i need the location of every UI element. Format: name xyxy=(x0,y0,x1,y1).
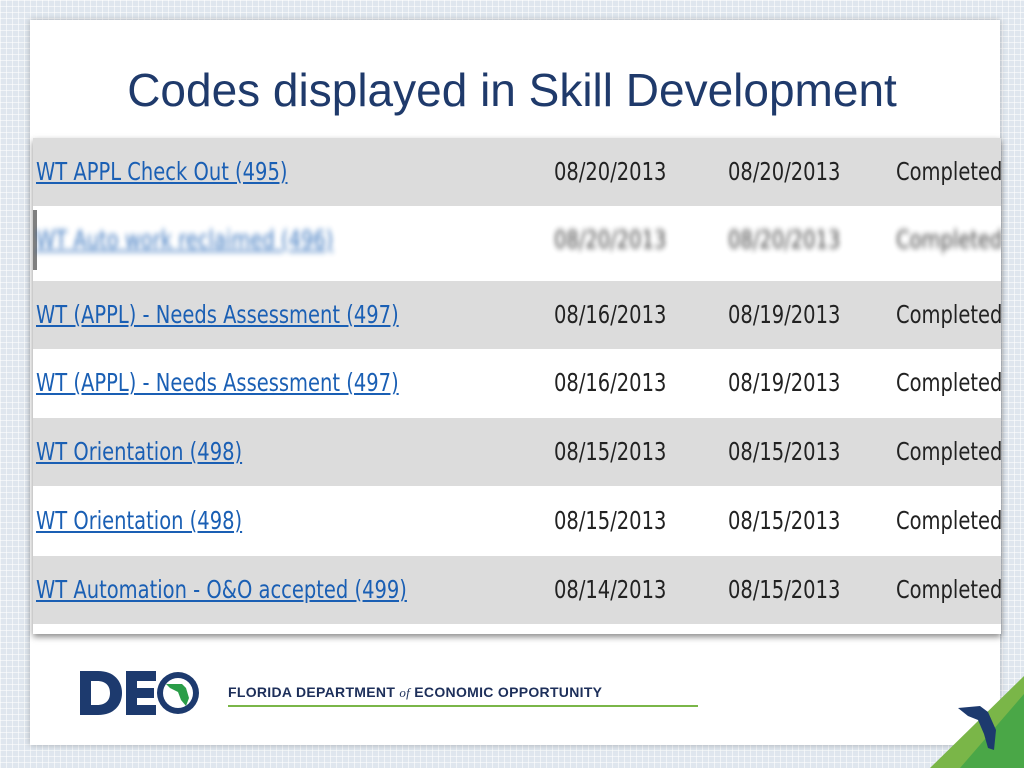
end-date: 08/15/2013 xyxy=(728,575,841,604)
activity-link[interactable]: WT Auto work reclaimed (496) xyxy=(36,206,333,274)
table-row: WT Orientation (498) 08/15/2013 08/15/20… xyxy=(33,418,1001,486)
end-date: 08/15/2013 xyxy=(728,437,841,466)
start-date: 08/16/2013 xyxy=(554,368,667,397)
slide-footer: FLORIDA DEPARTMENT of ECONOMIC OPPORTUNI… xyxy=(30,650,1000,745)
slide-title: Codes displayed in Skill Development xyxy=(127,64,897,116)
activity-link[interactable]: WT Orientation (498) xyxy=(36,418,242,486)
start-date: 08/15/2013 xyxy=(554,506,667,535)
start-date: 08/20/2013 xyxy=(554,225,667,254)
table-row: WT Automation - O&O accepted (499) 08/14… xyxy=(33,556,1001,624)
table-row-blurred: WT Auto work reclaimed (496) 08/20/2013 … xyxy=(33,206,1001,274)
activity-link[interactable]: WT (APPL) - Needs Assessment (497) xyxy=(36,281,399,349)
activity-link[interactable]: WT Automation - O&O accepted (499) xyxy=(36,556,407,624)
activity-link[interactable]: WT APPL Check Out (495) xyxy=(36,138,287,206)
status-text: Completed xyxy=(896,225,1001,254)
activity-link[interactable]: WT Orientation (498) xyxy=(36,487,242,555)
end-date: 08/15/2013 xyxy=(728,506,841,535)
status-text: Completed xyxy=(896,157,1001,186)
table-row: WT (APPL) - Needs Assessment (497) 08/16… xyxy=(33,349,1001,417)
agency-name-part1: FLORIDA DEPARTMENT xyxy=(228,684,396,700)
skill-development-table: WT APPL Check Out (495) 08/20/2013 08/20… xyxy=(33,138,1001,634)
status-text: Completed xyxy=(896,300,1001,329)
agency-name: FLORIDA DEPARTMENT of ECONOMIC OPPORTUNI… xyxy=(228,684,698,707)
status-text: Completed xyxy=(896,368,1001,397)
end-date: 08/20/2013 xyxy=(728,225,841,254)
florida-map-icon xyxy=(930,676,1024,768)
activity-link[interactable]: WT (APPL) - Needs Assessment (497) xyxy=(36,349,399,417)
end-date: 08/20/2013 xyxy=(728,157,841,186)
start-date: 08/16/2013 xyxy=(554,300,667,329)
table-row: WT Orientation (498) 08/15/2013 08/15/20… xyxy=(33,487,1001,555)
end-date: 08/19/2013 xyxy=(728,368,841,397)
start-date: 08/15/2013 xyxy=(554,437,667,466)
status-text: Completed xyxy=(896,506,1001,535)
end-date: 08/19/2013 xyxy=(728,300,841,329)
agency-name-of: of xyxy=(399,685,411,700)
table-row: WT APPL Check Out (495) 08/20/2013 08/20… xyxy=(33,138,1001,206)
deo-logo xyxy=(80,671,199,715)
status-text: Completed xyxy=(896,575,1001,604)
start-date: 08/14/2013 xyxy=(554,575,667,604)
start-date: 08/20/2013 xyxy=(554,157,667,186)
table-row: WT (APPL) - Needs Assessment (497) 08/16… xyxy=(33,281,1001,349)
status-text: Completed xyxy=(896,437,1001,466)
agency-name-part2: ECONOMIC OPPORTUNITY xyxy=(414,684,603,700)
